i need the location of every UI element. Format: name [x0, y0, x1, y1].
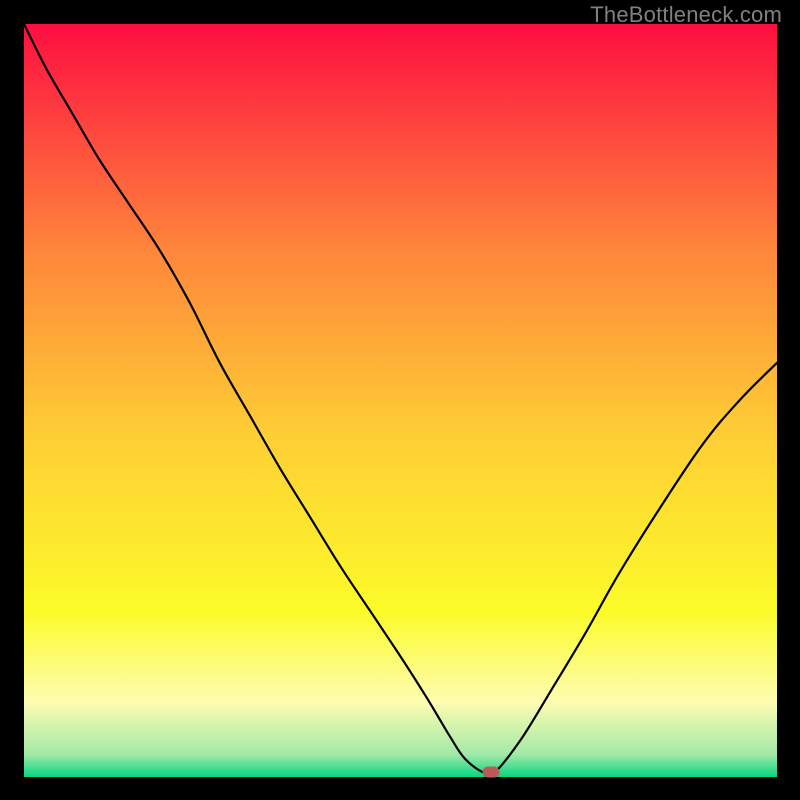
bottleneck-curve — [24, 24, 777, 777]
chart-frame: TheBottleneck.com — [0, 0, 800, 800]
plot-area — [24, 24, 777, 777]
optimal-point-marker — [482, 767, 499, 778]
